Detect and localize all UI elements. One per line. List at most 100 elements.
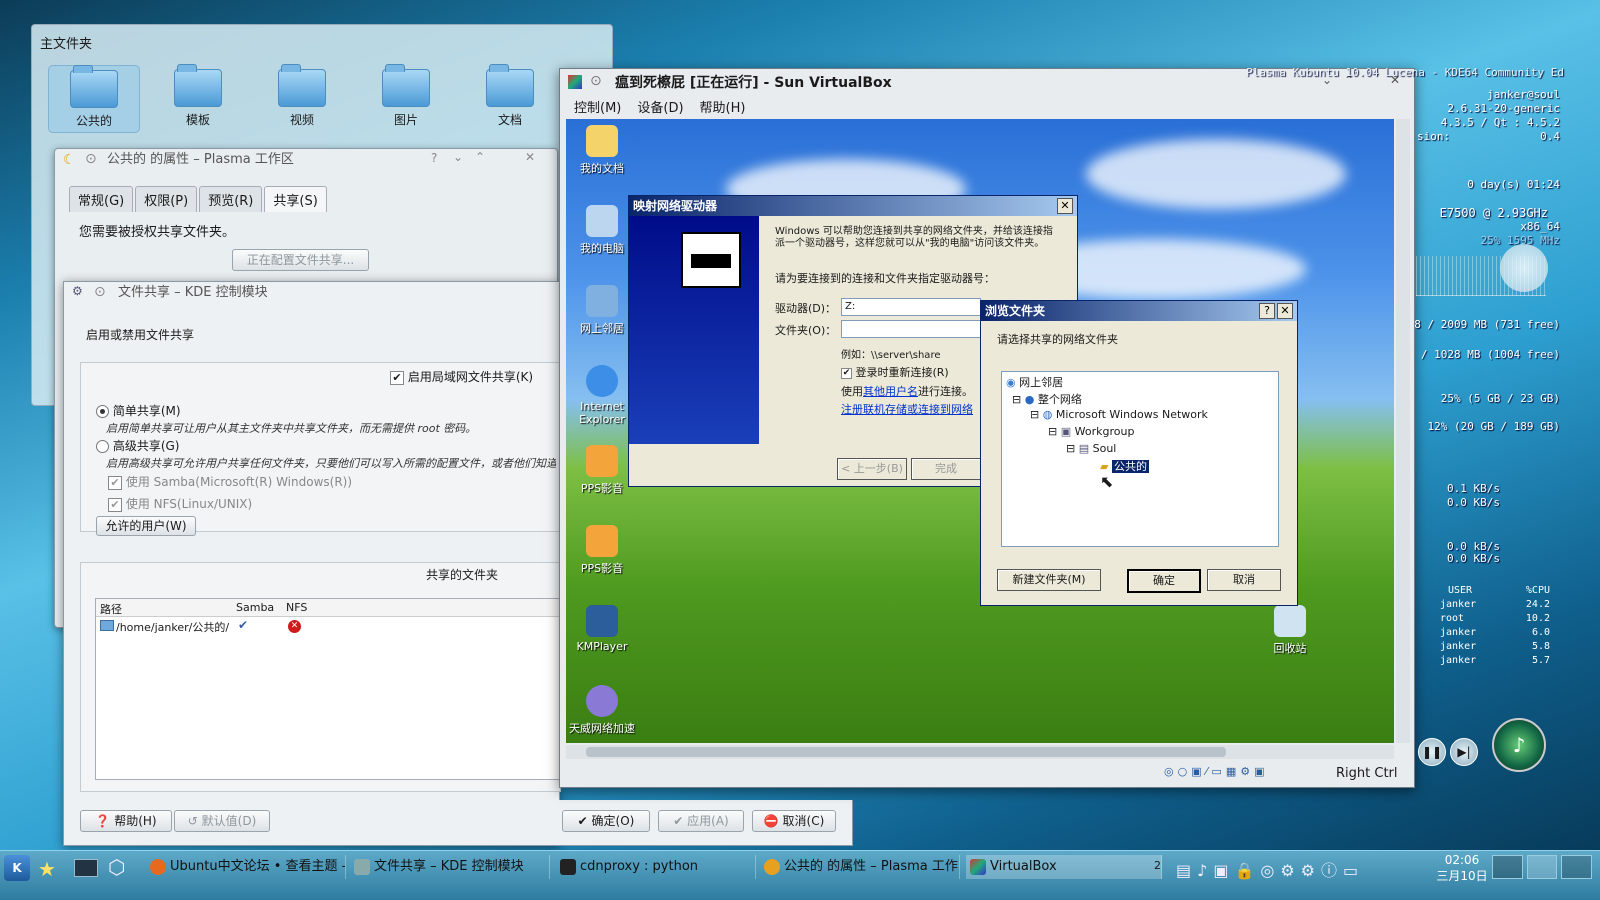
table-row[interactable]: /home/janker/公共的/ ✔ ✕ — [96, 617, 560, 637]
folder-tree[interactable]: ◉ 网上邻居 ⊟ ● 整个网络 ⊟ ◍ Microsoft Windows Ne… — [1001, 371, 1279, 547]
apply-button[interactable]: ✔ 应用(A) — [658, 810, 744, 832]
pps-icon — [586, 445, 618, 477]
desktop-icon-mydocs[interactable]: 我的文档 — [566, 125, 638, 176]
folder-item-pictures[interactable]: 图片 — [360, 64, 452, 133]
reconnect-checkbox[interactable]: ✔ — [841, 367, 852, 379]
clock[interactable]: 02:06 三月10日 — [1434, 853, 1490, 884]
col-path[interactable]: 路径 — [100, 601, 122, 617]
maximize-icon[interactable]: ⌃ — [475, 150, 485, 164]
advanced-share-radio[interactable] — [96, 440, 109, 453]
folder-icon — [100, 620, 114, 631]
allowed-users-button[interactable]: 允许的用户(W) — [96, 516, 196, 536]
register-link[interactable]: 注册联机存储或连接到网络 — [841, 401, 973, 417]
tree-entire-network[interactable]: ⊟ ● 整个网络 — [1012, 391, 1082, 407]
folder-icon — [278, 64, 326, 107]
close-icon[interactable]: ✕ — [1277, 303, 1293, 319]
default-button[interactable]: ↺ 默认值(D) — [174, 810, 270, 832]
desktop-icon-pps2[interactable]: PPS影音 — [566, 525, 638, 576]
tree-ms-network[interactable]: ⊟ ◍ Microsoft Windows Network — [1030, 408, 1208, 421]
tab-general[interactable]: 常规(G) — [69, 186, 134, 212]
task-properties[interactable]: 公共的 的属性 – Plasma 工作区 — [760, 855, 960, 879]
enable-lan-row[interactable]: ✔ 启用局域网文件共享(K) — [390, 368, 533, 385]
samba-checkbox[interactable]: ✔ — [108, 475, 122, 490]
close-icon[interactable]: ✕ — [1057, 198, 1073, 214]
conky-disk1: 25% (5 GB / 23 GB) — [1440, 392, 1560, 405]
system-tray-icons[interactable]: ▤♪▣🔒◎⚙⚙ⓘ▭ — [1176, 857, 1364, 881]
folder-input[interactable] — [841, 320, 981, 338]
error-icon: ✕ — [288, 620, 301, 633]
other-user-link[interactable]: 其他用户名 — [863, 385, 918, 398]
ok-button[interactable]: ✔ 确定(O) — [562, 810, 650, 832]
nfs-checkbox[interactable]: ✔ — [108, 497, 122, 512]
config-share-button[interactable]: 正在配置文件共享... — [232, 249, 369, 271]
folder-item-public[interactable]: 公共的 — [48, 65, 140, 133]
pager-number[interactable]: 2 — [1154, 859, 1161, 872]
virtualbox-launcher-icon[interactable]: ⬡ — [108, 855, 125, 879]
next-button[interactable]: ▶| — [1450, 738, 1478, 766]
kcm-button-bar: ❓ 帮助(H) ↺ 默认值(D) ✔ 确定(O) ✔ 应用(A) ⛔ 取消(C) — [63, 800, 853, 846]
pin-icon[interactable]: ⊙ — [590, 73, 602, 89]
menu-help[interactable]: 帮助(H) — [700, 97, 746, 116]
simple-share-row[interactable]: 简单共享(M) — [96, 402, 181, 419]
close-icon[interactable]: ✕ — [525, 150, 535, 164]
minimize-icon[interactable]: ⌄ — [453, 150, 463, 164]
desktop-icon-kmplayer[interactable]: KMPlayer — [566, 605, 638, 653]
cancel-button[interactable]: ⛔ 取消(C) — [752, 810, 836, 832]
tree-network-places[interactable]: ◉ 网上邻居 — [1006, 374, 1063, 390]
shared-folders-title: 共享的文件夹 — [426, 568, 499, 582]
help-icon[interactable]: ? — [431, 151, 437, 165]
drive-select[interactable]: Z: — [841, 298, 981, 316]
samba-row[interactable]: ✔ 使用 Samba(Microsoft(R) Windows(R)) — [108, 473, 352, 490]
nfs-row[interactable]: ✔ 使用 NFS(Linux/UNIX) — [108, 495, 252, 512]
status-icons[interactable]: ◎○▣⁄▭▦⚙▣ — [1164, 765, 1268, 778]
conky-disk2: 12% (20 GB / 189 GB) — [1427, 420, 1560, 433]
cancel-button[interactable]: 取消 — [1207, 569, 1281, 591]
guest-desktop[interactable]: 我的文档 我的电脑 网上邻居 Internet Explorer PPS影音 P… — [566, 119, 1394, 743]
vertical-scrollbar[interactable] — [1396, 119, 1410, 743]
desktop-icon-recycle[interactable]: 回收站 — [1254, 605, 1326, 656]
shared-folders-table: 路径 Samba NFS /home/janker/公共的/ ✔ ✕ — [95, 598, 561, 780]
pause-button[interactable]: ❚❚ — [1418, 738, 1446, 766]
favorites-icon[interactable]: ★ — [38, 857, 56, 881]
help-button[interactable]: ❓ 帮助(H) — [80, 810, 172, 832]
folder-icon — [70, 65, 118, 108]
folder-icon — [174, 64, 222, 107]
tree-soul[interactable]: ⊟ ▤ Soul — [1066, 442, 1116, 455]
task-virtualbox[interactable]: VirtualBox — [966, 855, 1162, 879]
reconnect-row[interactable]: ✔ 登录时重新连接(R) — [841, 364, 949, 380]
finish-button[interactable]: 完成 — [911, 458, 981, 480]
folder-item-templates[interactable]: 模板 — [152, 64, 244, 133]
menu-devices[interactable]: 设备(D) — [637, 97, 683, 116]
task-cdnproxy[interactable]: cdnproxy : python — [556, 855, 756, 879]
horizontal-scrollbar[interactable] — [566, 745, 1394, 759]
task-ubuntu-forum[interactable]: Ubuntu中文论坛 • 查看主题 - — [146, 855, 346, 879]
new-folder-button[interactable]: 新建文件夹(M) — [997, 569, 1101, 591]
tree-workgroup[interactable]: ⊟ ▣ Workgroup — [1048, 425, 1134, 438]
simple-share-radio[interactable] — [96, 405, 109, 418]
tab-permissions[interactable]: 权限(P) — [135, 186, 198, 212]
pin-icon[interactable]: ⊙ — [94, 284, 106, 300]
conky-ram: 8 / 2009 MB (731 free) — [1414, 318, 1560, 331]
col-nfs[interactable]: NFS — [286, 601, 307, 614]
music-player-icon[interactable]: ♪ — [1492, 718, 1546, 772]
desktop-icon[interactable] — [74, 859, 98, 877]
ok-button[interactable]: 确定 — [1127, 569, 1201, 593]
tab-preview[interactable]: 预览(R) — [199, 186, 263, 212]
tab-share[interactable]: 共享(S) — [264, 186, 327, 212]
folder-item-videos[interactable]: 视频 — [256, 64, 348, 133]
kde-menu-icon[interactable]: K — [4, 855, 30, 881]
virtualbox-icon — [568, 75, 582, 89]
folder-item-documents[interactable]: 文档 — [464, 64, 556, 133]
pin-icon[interactable]: ⊙ — [85, 151, 97, 167]
back-button[interactable]: < 上一步(B) — [837, 458, 907, 480]
col-samba[interactable]: Samba — [236, 601, 274, 614]
desktop-pager[interactable] — [1492, 855, 1593, 879]
row-path: /home/janker/公共的/ — [116, 621, 230, 634]
task-kde-share[interactable]: 文件共享 – KDE 控制模块 — [350, 855, 550, 879]
desktop-icon-tianwei[interactable]: 天威网络加速 — [566, 685, 638, 736]
clock-time: 02:06 — [1444, 853, 1480, 867]
help-icon[interactable]: ? — [1259, 303, 1275, 319]
menu-control[interactable]: 控制(M) — [574, 97, 621, 116]
advanced-share-row[interactable]: 高级共享(G) — [96, 437, 180, 454]
enable-lan-checkbox[interactable]: ✔ — [390, 370, 404, 385]
